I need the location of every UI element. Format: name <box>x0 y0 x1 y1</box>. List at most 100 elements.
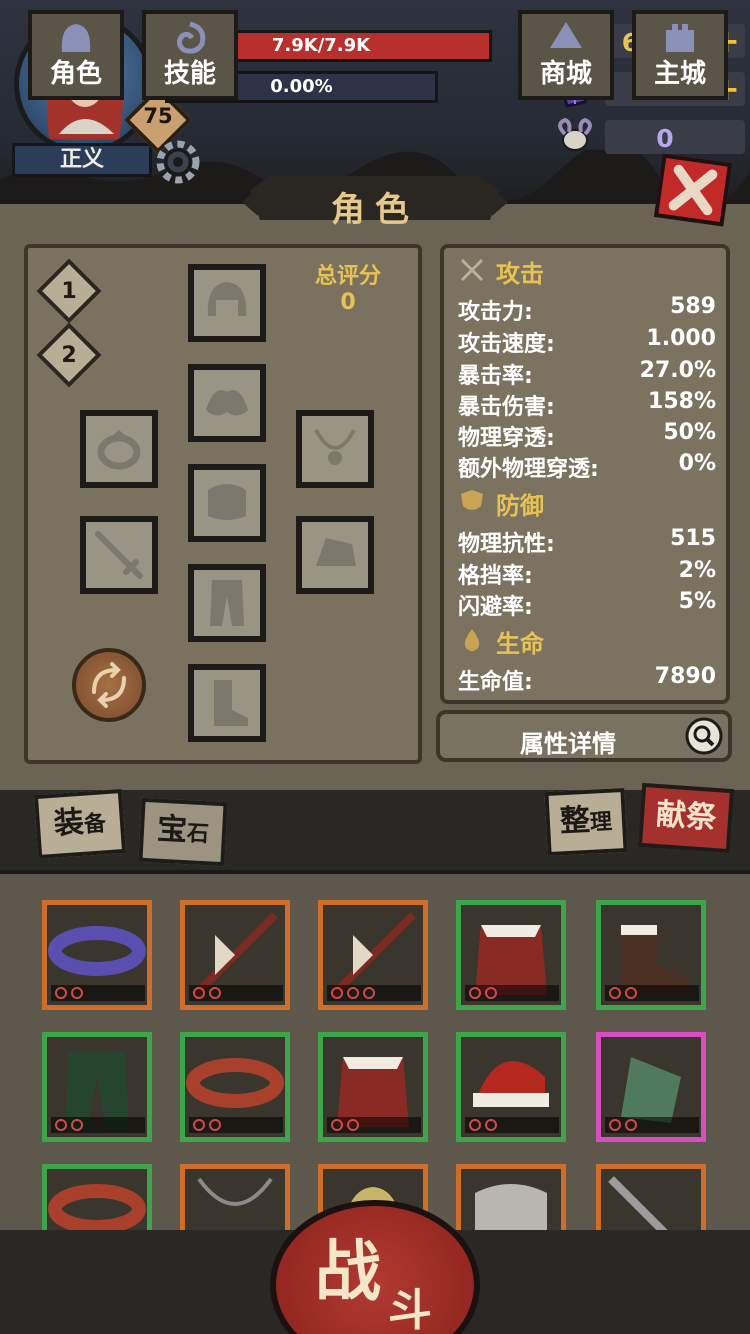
shield-icon <box>461 490 483 510</box>
inventory-item[interactable] <box>180 1164 290 1230</box>
stat-value: 0% <box>678 451 716 476</box>
inventory-item[interactable] <box>180 1032 290 1142</box>
stat-name: 物理穿透: <box>458 426 555 451</box>
stat-value: 158% <box>648 389 716 414</box>
close-button[interactable] <box>653 153 733 227</box>
battle-label-main: 战 <box>315 1233 381 1310</box>
stat-name: 闪避率: <box>458 595 533 620</box>
tab-equipment[interactable]: 装备 <box>33 789 127 859</box>
attribute-details-button[interactable]: 属性详情 <box>436 710 732 762</box>
nav-shop-label: 商城 <box>539 59 592 89</box>
chest-slot[interactable] <box>188 464 266 542</box>
battle-label-sub: 斗 <box>388 1285 432 1334</box>
nav-character[interactable]: 角色 <box>28 10 124 100</box>
total-score-label: 总评分 <box>314 264 381 289</box>
stat-value: 2% <box>678 558 716 583</box>
sort-button[interactable]: 整理 <box>544 787 628 857</box>
castle-icon <box>666 24 694 52</box>
hp-text: 7.9K/7.9K <box>271 35 371 56</box>
pants-slot[interactable] <box>188 564 266 642</box>
level-value: 75 <box>143 104 173 128</box>
xp-text: 0.00% <box>270 76 333 97</box>
stat-row: 攻击速度: 1.000 <box>458 326 716 357</box>
nav-skills[interactable]: 技能 <box>142 10 238 100</box>
nav-city[interactable]: 主城 <box>632 10 728 100</box>
inventory-item[interactable] <box>318 900 428 1010</box>
gem-sockets <box>465 985 559 1001</box>
nav-shop[interactable]: 商城 <box>518 10 614 100</box>
blood-drop-icon <box>464 629 480 651</box>
gloves-slot[interactable] <box>296 516 374 594</box>
stat-value: 5% <box>678 589 716 614</box>
necklace-slot[interactable] <box>296 410 374 488</box>
sacrifice-button[interactable]: 献祭 <box>637 782 735 854</box>
defense-header-text: 防御 <box>496 492 544 520</box>
loadout-1-label: 1 <box>61 279 77 304</box>
sword-icon <box>608 1176 668 1230</box>
pauldron-icon <box>206 390 248 416</box>
gem-sockets <box>51 985 145 1001</box>
tent-icon <box>550 22 582 48</box>
stat-name: 物理抗性: <box>458 532 555 557</box>
inventory-grid <box>0 870 750 1230</box>
inventory-item[interactable] <box>42 1164 152 1230</box>
stat-row: 闪避率: 5% <box>458 589 716 620</box>
stat-name: 格挡率: <box>458 564 533 589</box>
gem-sockets <box>327 1117 421 1133</box>
stat-row: 物理抗性: 515 <box>458 526 716 557</box>
stat-row: 格挡率: 2% <box>458 558 716 589</box>
swap-build-button[interactable] <box>72 648 146 722</box>
gem-sockets <box>605 985 699 1001</box>
total-score-value: 0 <box>340 290 356 315</box>
boots-icon <box>214 680 248 726</box>
inventory-item[interactable] <box>456 1032 566 1142</box>
sword-icon <box>95 531 143 579</box>
tab-equipment-sub: 备 <box>83 811 107 838</box>
helmet-icon <box>207 282 247 316</box>
skill-swirl-icon <box>176 21 206 54</box>
inventory-item[interactable] <box>596 1164 706 1230</box>
inventory-item[interactable] <box>180 900 290 1010</box>
inventory-item[interactable] <box>456 900 566 1010</box>
stat-name: 暴击率: <box>458 364 533 389</box>
inventory-item[interactable] <box>596 900 706 1010</box>
stats-panel: 攻击 攻击力: 589 攻击速度: 1.000 暴击率: 27.0% 暴击伤害: 158… <box>440 244 730 704</box>
character-helmet-icon <box>61 24 91 52</box>
stat-value: 515 <box>670 526 716 551</box>
stat-value: 50% <box>663 420 716 445</box>
stat-value: 7890 <box>654 664 716 689</box>
stat-row: 暴击伤害: 158% <box>458 389 716 420</box>
magnifier-icon <box>685 717 723 755</box>
gem-sockets <box>189 985 283 1001</box>
inventory-item[interactable] <box>42 1032 152 1142</box>
inventory-item[interactable] <box>596 1032 706 1142</box>
gloves-icon <box>316 538 356 566</box>
gem-sockets <box>189 1117 283 1133</box>
inventory-item[interactable] <box>456 1164 566 1230</box>
gem-sockets <box>465 1117 559 1133</box>
player-name: 正义 <box>12 143 152 177</box>
gem-sockets <box>51 1117 145 1133</box>
sort-main: 整 <box>559 802 591 840</box>
chest-armor-icon <box>475 1184 547 1230</box>
stat-name: 攻击速度: <box>458 332 555 357</box>
necklace-icon <box>197 1177 273 1206</box>
stat-name: 暴击伤害: <box>458 395 555 420</box>
inventory-item[interactable] <box>42 900 152 1010</box>
ring-slot[interactable] <box>80 410 158 488</box>
shoulder-slot[interactable] <box>188 364 266 442</box>
helmet-slot[interactable] <box>188 264 266 342</box>
tab-equipment-main: 装 <box>52 804 86 842</box>
chest-armor-icon <box>208 484 246 520</box>
tab-gems[interactable]: 宝石 <box>138 797 228 867</box>
ram-skull-icon <box>558 117 592 151</box>
key-value: 0 <box>656 124 674 153</box>
nav-character-label: 角色 <box>49 59 102 89</box>
necklace-icon <box>314 429 356 465</box>
belt-icon <box>48 1184 146 1230</box>
attack-header-text: 攻击 <box>496 260 544 288</box>
nav-skills-label: 技能 <box>163 59 216 89</box>
weapon-slot[interactable] <box>80 516 158 594</box>
boots-slot[interactable] <box>188 664 266 742</box>
inventory-item[interactable] <box>318 1032 428 1142</box>
